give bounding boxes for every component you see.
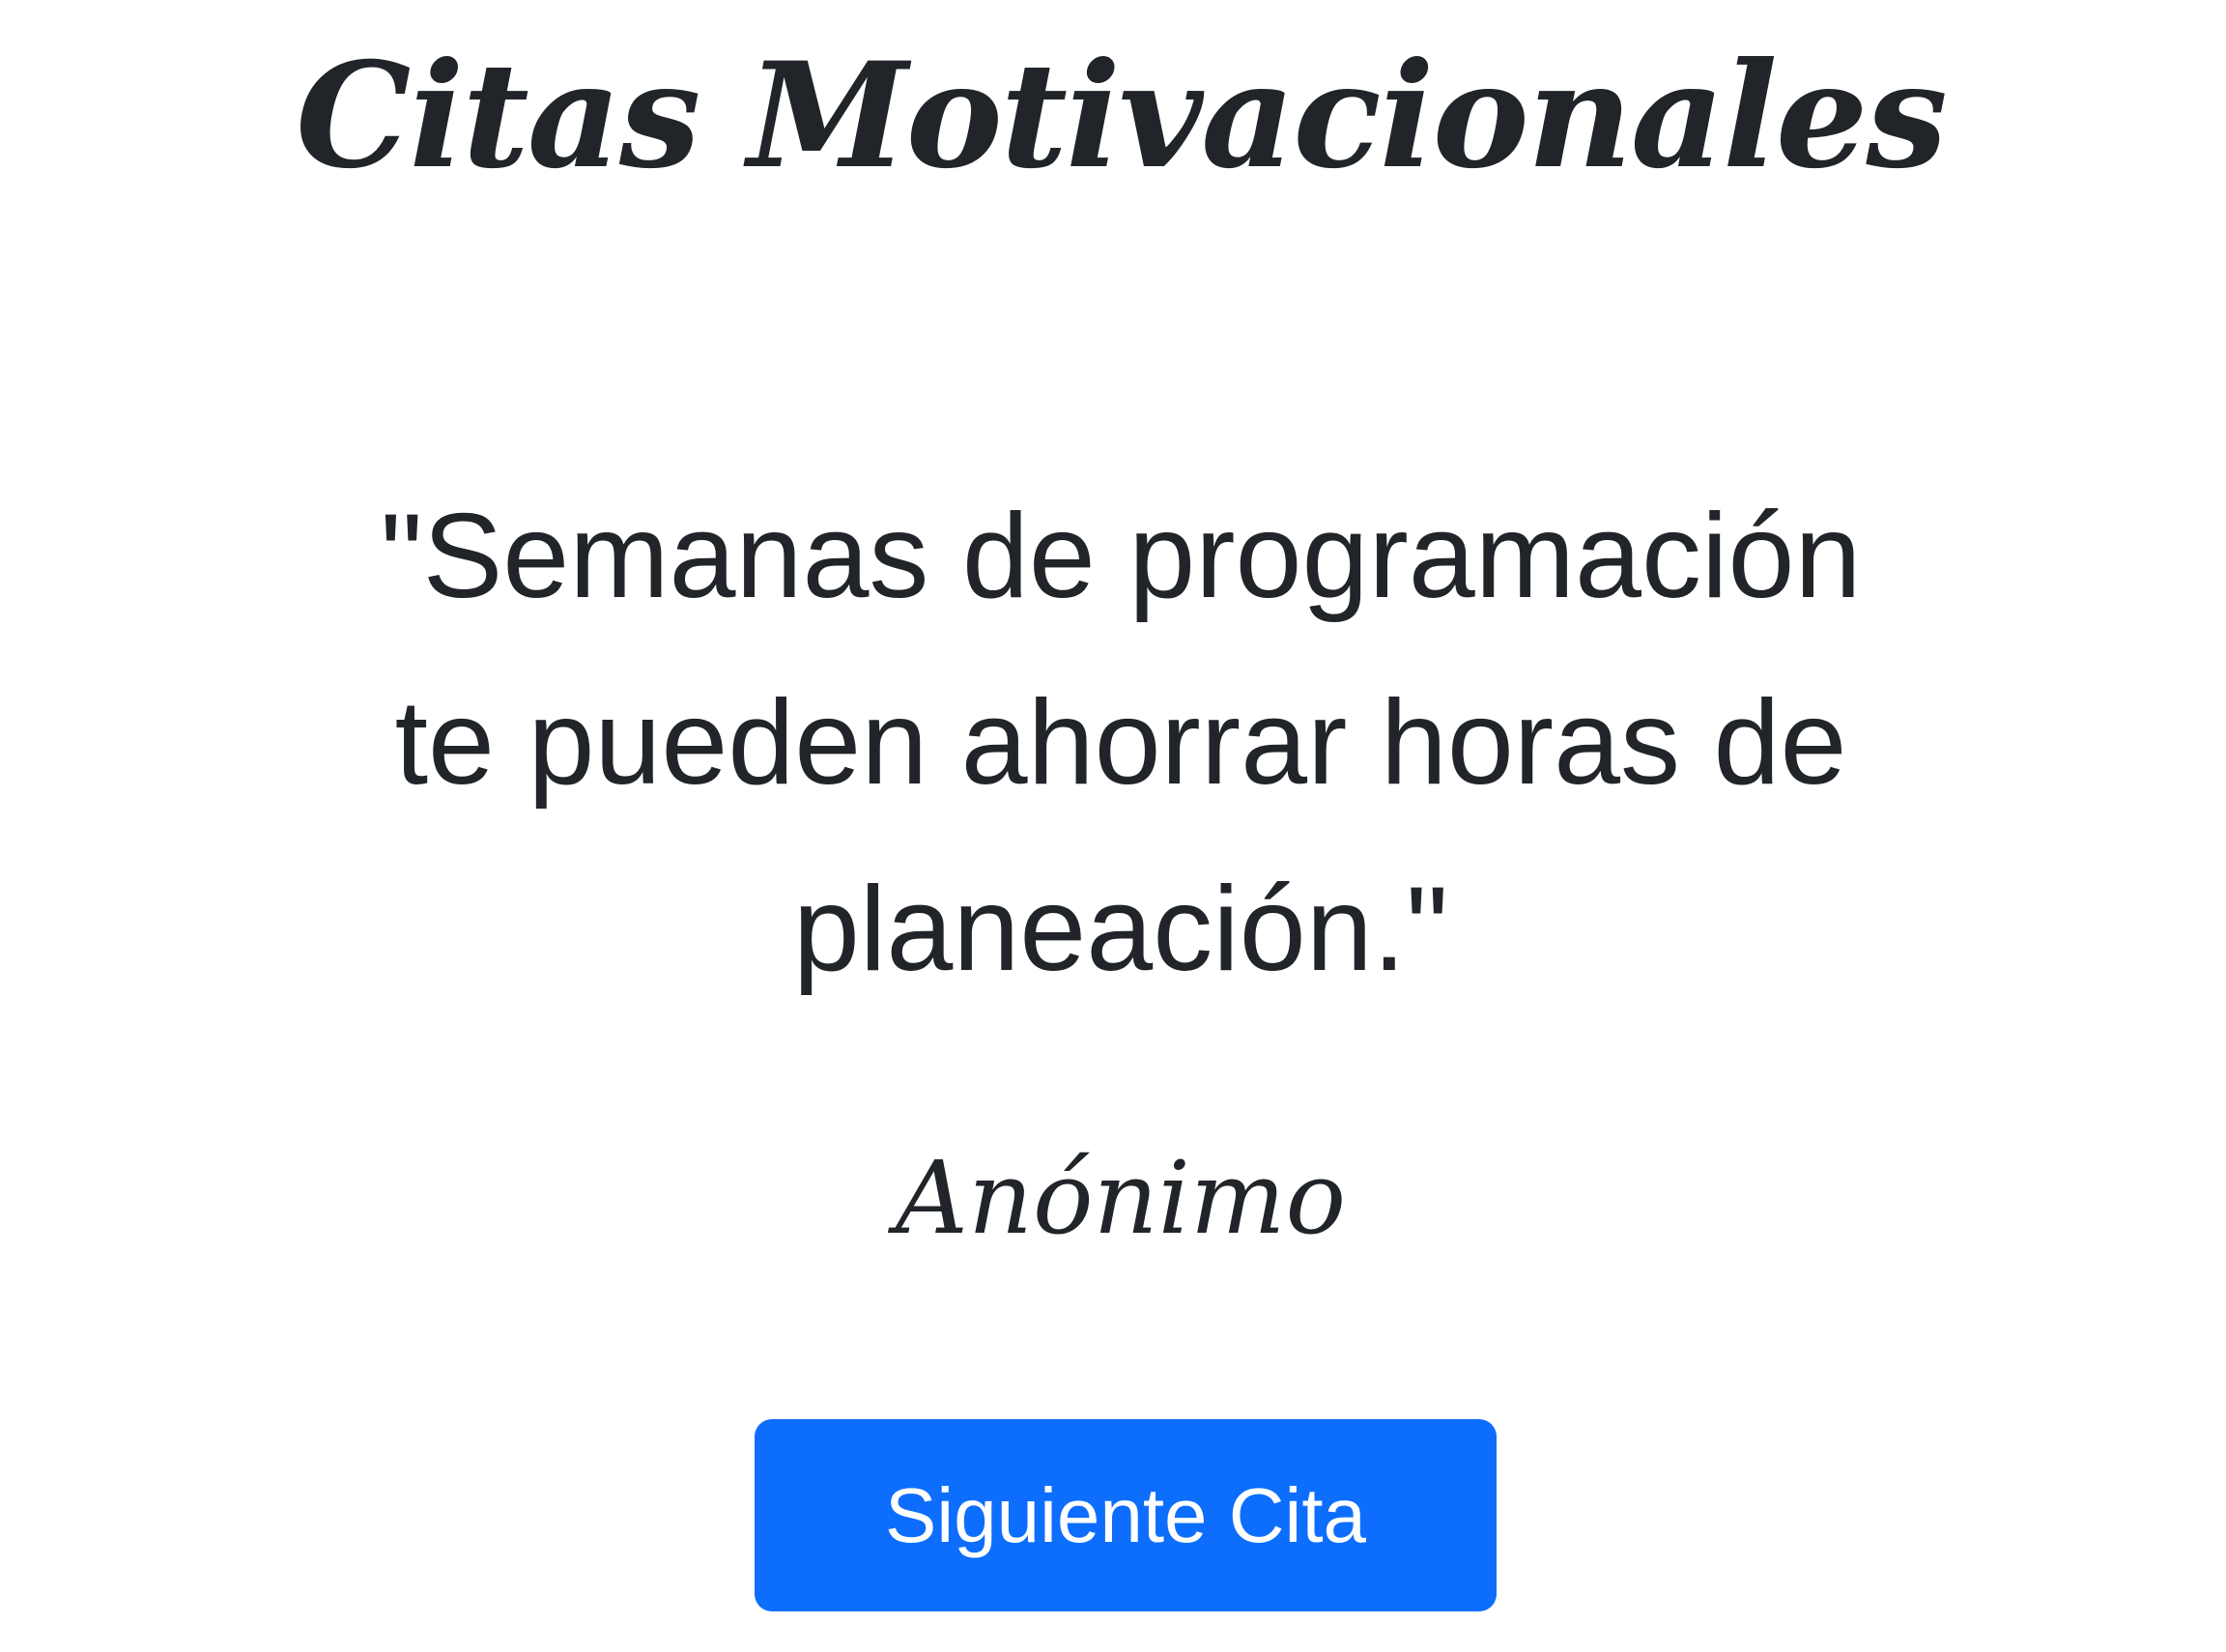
quote-text: "Semanas de programación te pueden ahorr… [380, 490, 1862, 996]
quote-author: Anónimo [895, 1139, 1347, 1257]
next-quote-button[interactable]: Siguiente Cita [755, 1419, 1497, 1611]
page-title: Citas Motivacionales [296, 31, 1948, 201]
